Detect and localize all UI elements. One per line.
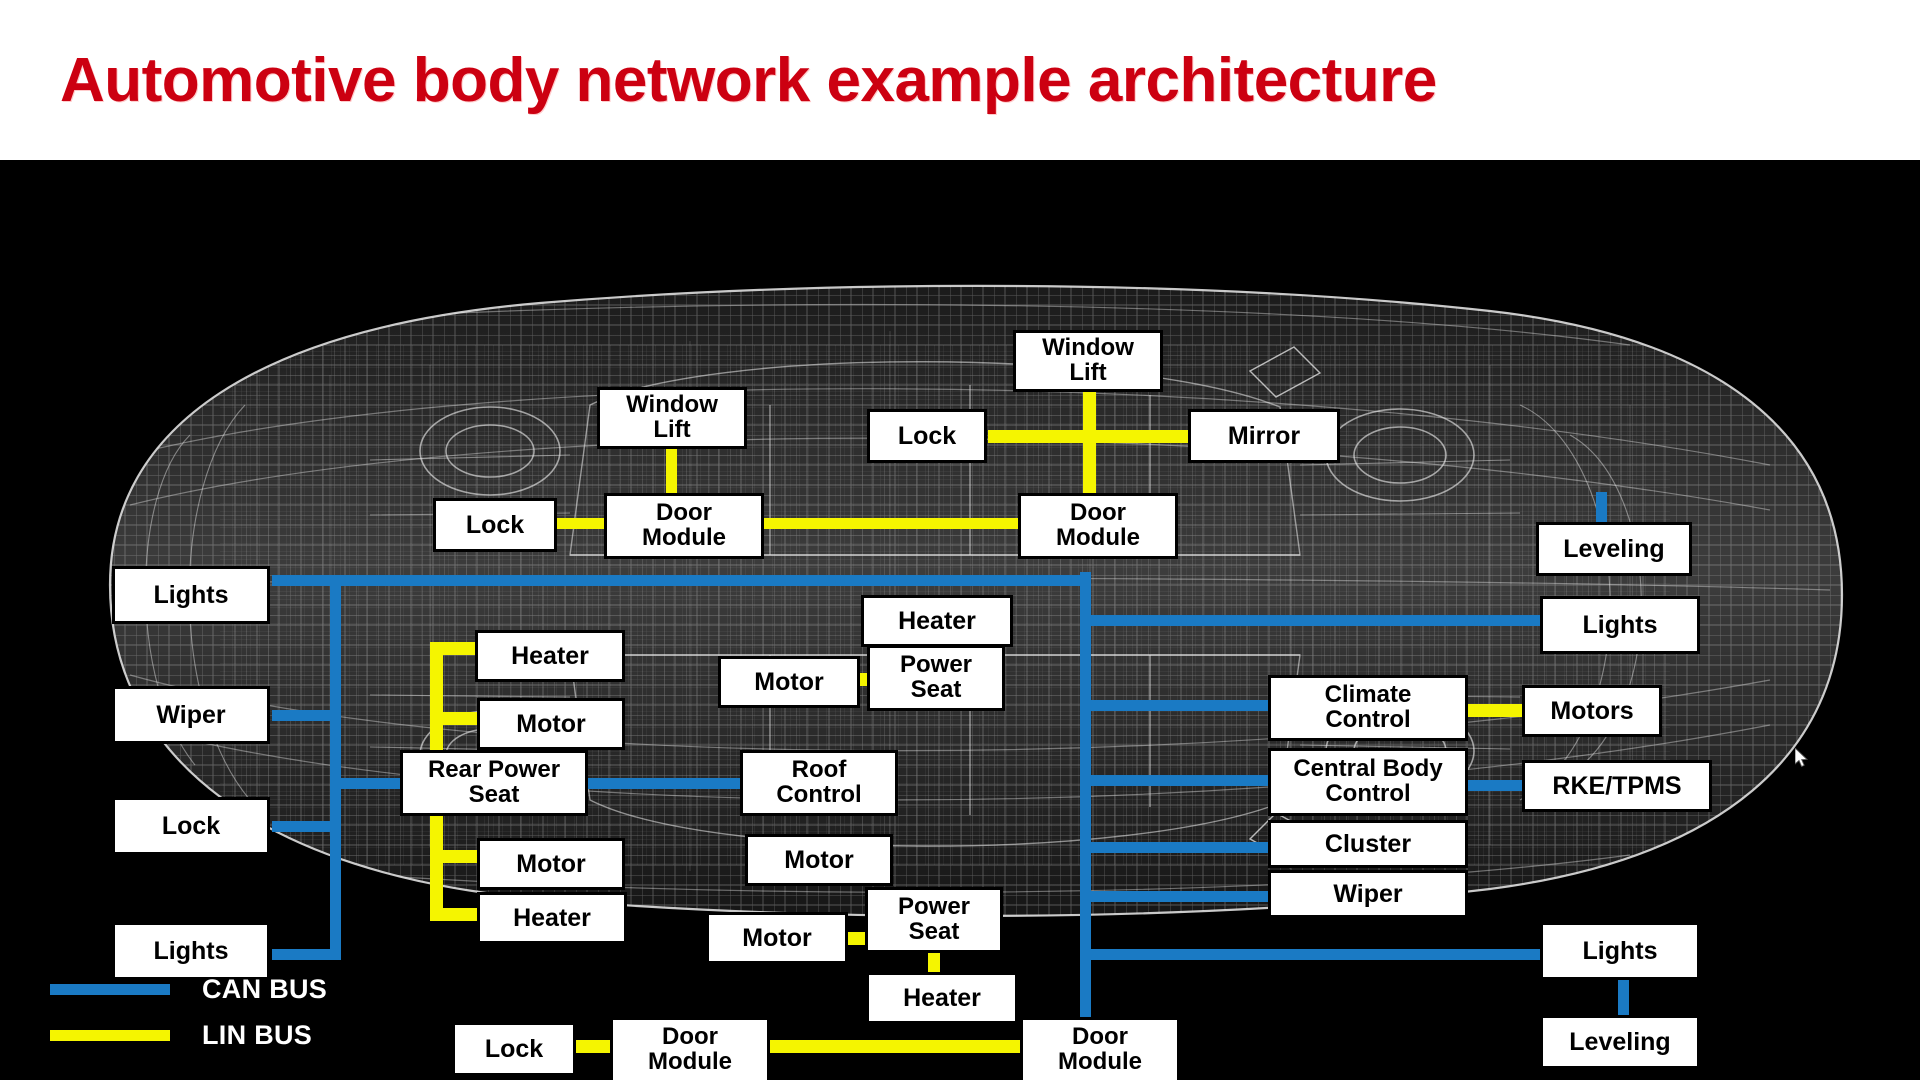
bus-segment-lin-cross-fr-vert (1083, 390, 1096, 495)
node-door-module-front-right[interactable]: Door Module (1018, 493, 1178, 559)
node-mirror-front-right[interactable]: Mirror (1188, 409, 1340, 463)
node-motor-power-seat-rear[interactable]: Motor (706, 912, 848, 964)
node-motor-rear-lower[interactable]: Motor (477, 838, 625, 890)
node-heater-rear-lower[interactable]: Heater (477, 892, 627, 944)
bus-segment-lin-rear-seat-vert2 (430, 816, 443, 920)
node-door-module-rear-right[interactable]: Door Module (1020, 1017, 1180, 1080)
node-wiper-front-left[interactable]: Wiper (112, 686, 270, 744)
node-motor-power-seat-front[interactable]: Motor (718, 656, 860, 708)
node-leveling-front-right[interactable]: Leveling (1536, 522, 1692, 576)
bus-segment-can-backbone-right-vert (1080, 572, 1091, 1020)
node-central-body-control[interactable]: Central Body Control (1268, 748, 1468, 816)
bus-segment-can-stub-rear-seat (330, 778, 404, 789)
node-lock-mid-left[interactable]: Lock (112, 797, 270, 855)
bus-segment-can-row-climate (1091, 700, 1271, 711)
node-window-lift-front-left[interactable]: Window Lift (597, 387, 747, 449)
node-lock-rear-left[interactable]: Lock (452, 1022, 576, 1076)
legend-label-can: CAN BUS (202, 973, 328, 1004)
bus-segment-can-row-wiper-r (1091, 891, 1271, 902)
legend: CAN BUS LIN BUS (28, 966, 327, 1058)
bus-segment-can-stub-rke (1468, 780, 1524, 791)
node-power-seat-rear[interactable]: Power Seat (865, 887, 1003, 953)
node-rke-tpms[interactable]: RKE/TPMS (1522, 760, 1712, 812)
node-lights-front-left[interactable]: Lights (112, 566, 270, 624)
node-roof-control[interactable]: Roof Control (740, 750, 898, 816)
bus-segment-lin-rear-door-bar (770, 1040, 1022, 1053)
bus-segment-lin-rear-seat-mid (430, 712, 478, 725)
bus-segment-can-row-cluster (1091, 842, 1271, 853)
bus-segment-lin-rear-seat-bot2 (430, 908, 478, 921)
lin-bus-swatch-icon (50, 1029, 170, 1041)
node-motor-rear-upper[interactable]: Motor (477, 698, 625, 750)
bus-segment-lin-rear-seat-top (430, 642, 478, 655)
bus-segment-can-row-lights-fr (1091, 615, 1541, 626)
bus-segment-lin-ps-rear-motor (848, 932, 866, 945)
bus-segment-lin-rear-seat-vert (430, 642, 443, 752)
bus-segment-can-stub-leveling-rr (1618, 980, 1629, 1018)
node-lights-front-right[interactable]: Lights (1540, 596, 1700, 654)
bus-segment-can-stub-leveling-fr (1596, 492, 1607, 526)
bus-segment-lin-front-door-bar (764, 518, 1020, 529)
bus-segment-can-stub-wiper-fl (272, 710, 334, 721)
legend-label-lin: LIN BUS (202, 1019, 313, 1050)
node-door-module-front-left[interactable]: Door Module (604, 493, 764, 559)
title-bar: Automotive body network example architec… (0, 0, 1920, 160)
bus-segment-can-stub-lights-rl (272, 949, 334, 960)
bus-segment-lin-stub-lock-fl (557, 518, 607, 529)
bus-segment-lin-stub-lock-rl (576, 1040, 614, 1053)
node-rear-power-seat[interactable]: Rear Power Seat (400, 750, 588, 816)
can-bus-swatch-icon (50, 983, 170, 995)
bus-segment-can-stub-lock-ml (272, 821, 334, 832)
node-cluster[interactable]: Cluster (1268, 820, 1468, 868)
bus-segment-lin-stub-wl-fl (666, 449, 677, 495)
mouse-cursor-icon (1795, 748, 1809, 768)
bus-segment-can-backbone-left (272, 575, 1084, 586)
legend-row-can: CAN BUS (28, 966, 327, 1012)
node-motors-right[interactable]: Motors (1522, 685, 1662, 737)
legend-row-lin: LIN BUS (28, 1012, 327, 1058)
bus-segment-can-backbone-left-vert (330, 575, 341, 960)
node-door-module-rear-left[interactable]: Door Module (610, 1017, 770, 1080)
slide-root: Automotive body network example architec… (0, 0, 1920, 1080)
node-climate-control[interactable]: Climate Control (1268, 675, 1468, 741)
node-power-seat-front[interactable]: Power Seat (867, 645, 1005, 711)
diagram-canvas: Window Lift Window Lift Lock Mirror Lock Door… (0, 160, 1920, 1080)
node-lights-rear-right[interactable]: Lights (1540, 922, 1700, 980)
node-heater-center-front[interactable]: Heater (861, 595, 1013, 647)
bus-segment-lin-climate-motors (1468, 704, 1524, 717)
node-window-lift-front-right[interactable]: Window Lift (1013, 330, 1163, 392)
node-wiper-right[interactable]: Wiper (1268, 870, 1468, 918)
page-title: Automotive body network example architec… (60, 45, 1437, 115)
bus-segment-can-row-cbc (1091, 775, 1271, 786)
node-lock-front-left[interactable]: Lock (433, 498, 557, 552)
bus-segment-can-row-lights-rr (1091, 949, 1543, 960)
node-leveling-rear-right[interactable]: Leveling (1540, 1015, 1700, 1069)
node-heater-rear-upper[interactable]: Heater (475, 630, 625, 682)
node-lock-front-right[interactable]: Lock (867, 409, 987, 463)
bus-segment-can-stub-lights-fl (272, 575, 334, 586)
node-motor-roof[interactable]: Motor (745, 834, 893, 886)
bus-segment-lin-rear-seat-bot1 (430, 850, 478, 863)
bus-segment-can-roof-link (588, 778, 743, 789)
node-heater-center-rear[interactable]: Heater (866, 972, 1018, 1024)
